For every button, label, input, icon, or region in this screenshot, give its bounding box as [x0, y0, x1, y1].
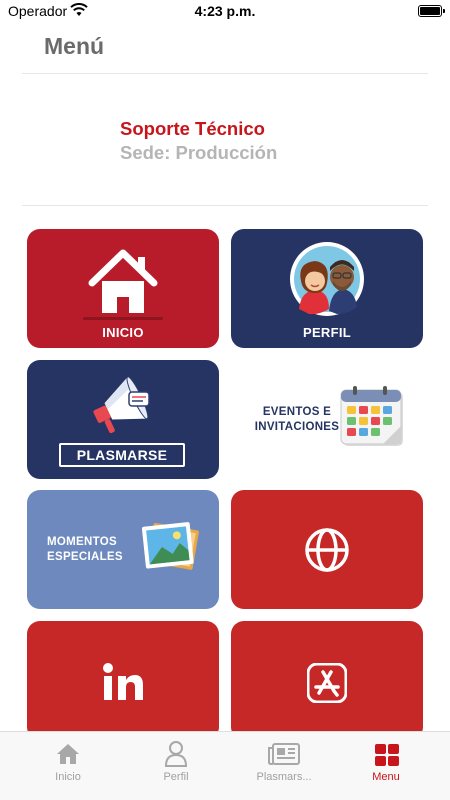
tab-label: Perfil — [163, 771, 189, 783]
grid-icon — [375, 744, 399, 766]
tile-web[interactable] — [231, 490, 423, 609]
tile-label: INICIO — [102, 325, 144, 340]
tile-plasmarse[interactable]: PLASMARSE — [27, 360, 219, 479]
tab-label: Menu — [372, 771, 400, 783]
user-name: Soporte Técnico — [120, 118, 265, 139]
divider — [22, 73, 428, 74]
tile-label: MOMENTOS ESPECIALES — [47, 535, 123, 565]
tab-label: Inicio — [55, 771, 81, 783]
person-icon — [164, 741, 188, 767]
app-store-icon — [307, 663, 347, 703]
tile-linkedin[interactable] — [27, 621, 219, 740]
home-icon — [88, 249, 158, 313]
divider — [22, 205, 428, 206]
tile-inicio[interactable]: INICIO — [27, 229, 219, 348]
globe-icon — [305, 528, 349, 572]
home-shadow — [83, 317, 163, 320]
tile-momentos[interactable]: MOMENTOS ESPECIALES — [27, 490, 219, 609]
status-bar: Operador 4:23 p.m. — [0, 0, 450, 22]
clock: 4:23 p.m. — [194, 3, 256, 19]
tile-label: EVENTOS E INVITACIONES — [247, 405, 347, 435]
tile-label-line1: EVENTOS E — [262, 406, 332, 418]
tile-label-line1: MOMENTOS — [47, 536, 117, 548]
user-sede: Sede: Producción — [120, 142, 278, 163]
tab-bar: Inicio Perfil Plasmars... Menu — [0, 731, 450, 800]
tile-perfil[interactable]: PERFIL — [231, 229, 423, 348]
linkedin-icon — [103, 663, 143, 700]
megaphone-icon — [93, 376, 150, 434]
tab-menu[interactable]: Menu — [330, 732, 442, 792]
tab-plasmarse[interactable]: Plasmars... — [228, 732, 340, 792]
page-title: Menú — [44, 33, 105, 59]
photos-icon — [141, 522, 199, 570]
calendar-icon — [340, 386, 403, 446]
tile-label-line2: ESPECIALES — [47, 551, 123, 563]
tab-label: Plasmars... — [256, 771, 312, 783]
tab-inicio[interactable]: Inicio — [12, 732, 124, 792]
battery-icon — [418, 5, 445, 17]
newspaper-icon — [268, 743, 300, 765]
tile-eventos[interactable]: EVENTOS E INVITACIONES — [231, 360, 423, 479]
tile-label: PLASMARSE — [59, 443, 185, 467]
home-icon — [57, 744, 79, 764]
avatars-icon — [290, 242, 364, 316]
tile-appstore[interactable] — [231, 621, 423, 740]
tab-perfil[interactable]: Perfil — [120, 732, 232, 792]
tile-label-line2: INVITACIONES — [254, 421, 340, 433]
tile-label: PERFIL — [302, 325, 352, 340]
